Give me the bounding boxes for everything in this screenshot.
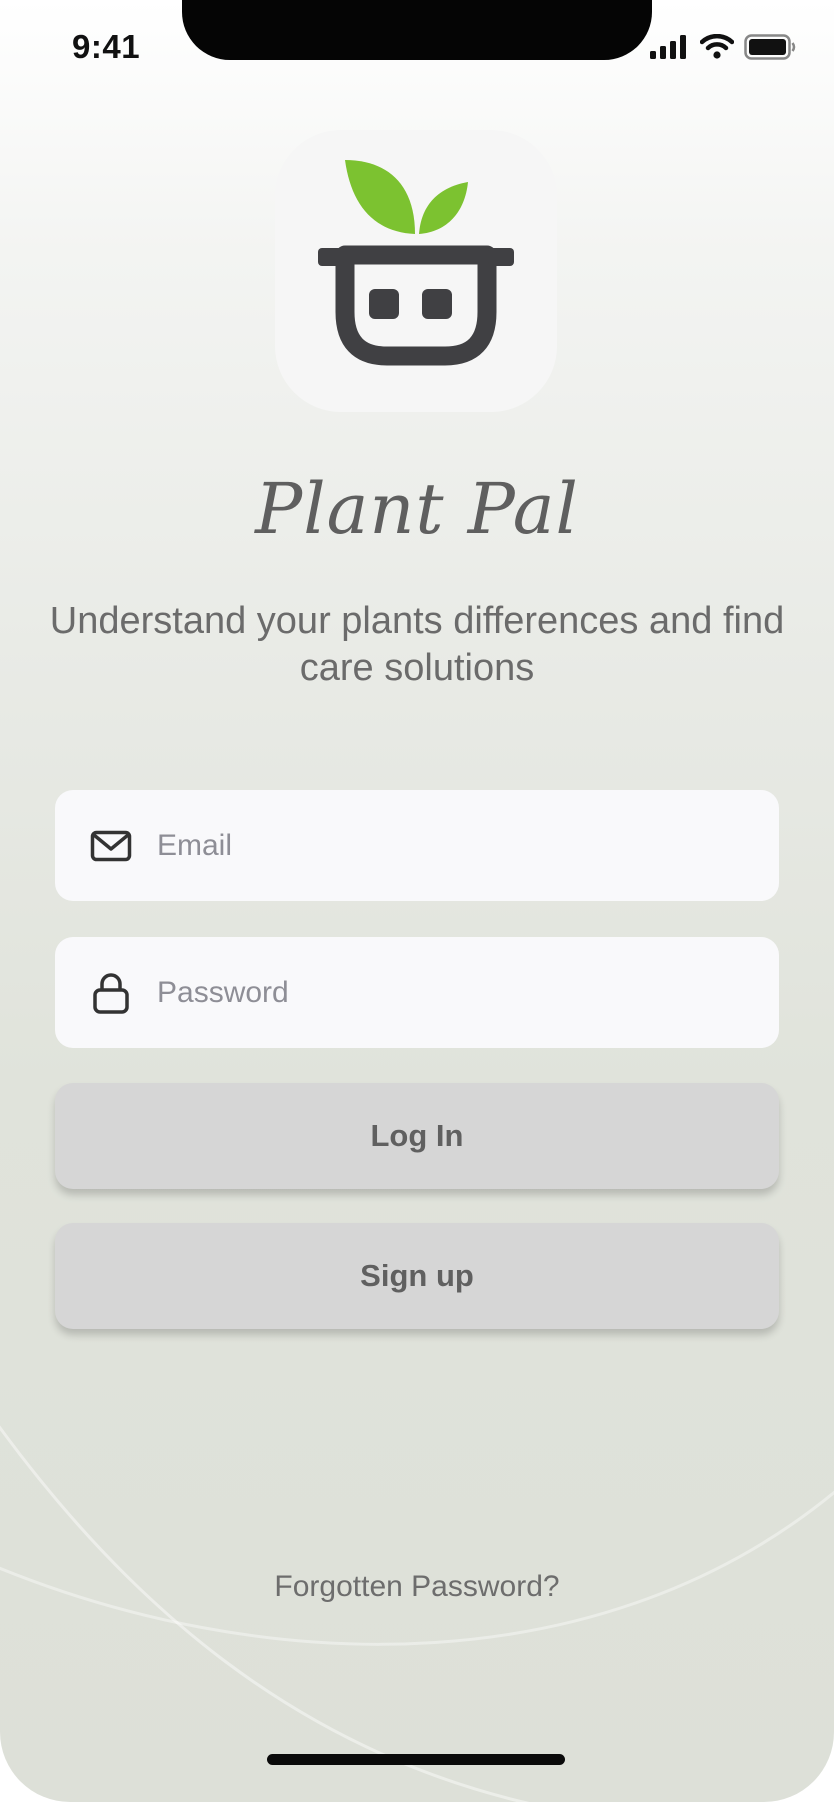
mail-icon — [89, 824, 133, 868]
lock-icon — [89, 971, 133, 1015]
cellular-signal-icon — [650, 35, 686, 59]
password-field[interactable] — [55, 937, 779, 1048]
status-time: 9:41 — [72, 28, 141, 65]
device-notch — [182, 0, 652, 60]
tagline: Understand your plants differences and f… — [49, 600, 785, 689]
home-indicator[interactable] — [267, 1754, 565, 1765]
plant-pot-robot-icon — [318, 160, 514, 366]
login-button[interactable]: Log In — [55, 1083, 779, 1189]
signup-button[interactable]: Sign up — [55, 1223, 779, 1329]
wifi-icon — [700, 34, 734, 59]
status-bar: 9:41 — [0, 0, 834, 100]
app-logo — [275, 130, 557, 412]
email-input[interactable] — [155, 827, 739, 864]
password-input[interactable] — [155, 974, 739, 1011]
battery-icon — [744, 34, 796, 60]
email-field[interactable] — [55, 790, 779, 901]
status-icons — [650, 34, 796, 60]
login-screen: 9:41 Plant Pal Understand your plants di… — [0, 0, 834, 1802]
forgot-password-link[interactable]: Forgotten Password? — [0, 1570, 834, 1604]
app-name: Plant Pal — [255, 468, 579, 550]
